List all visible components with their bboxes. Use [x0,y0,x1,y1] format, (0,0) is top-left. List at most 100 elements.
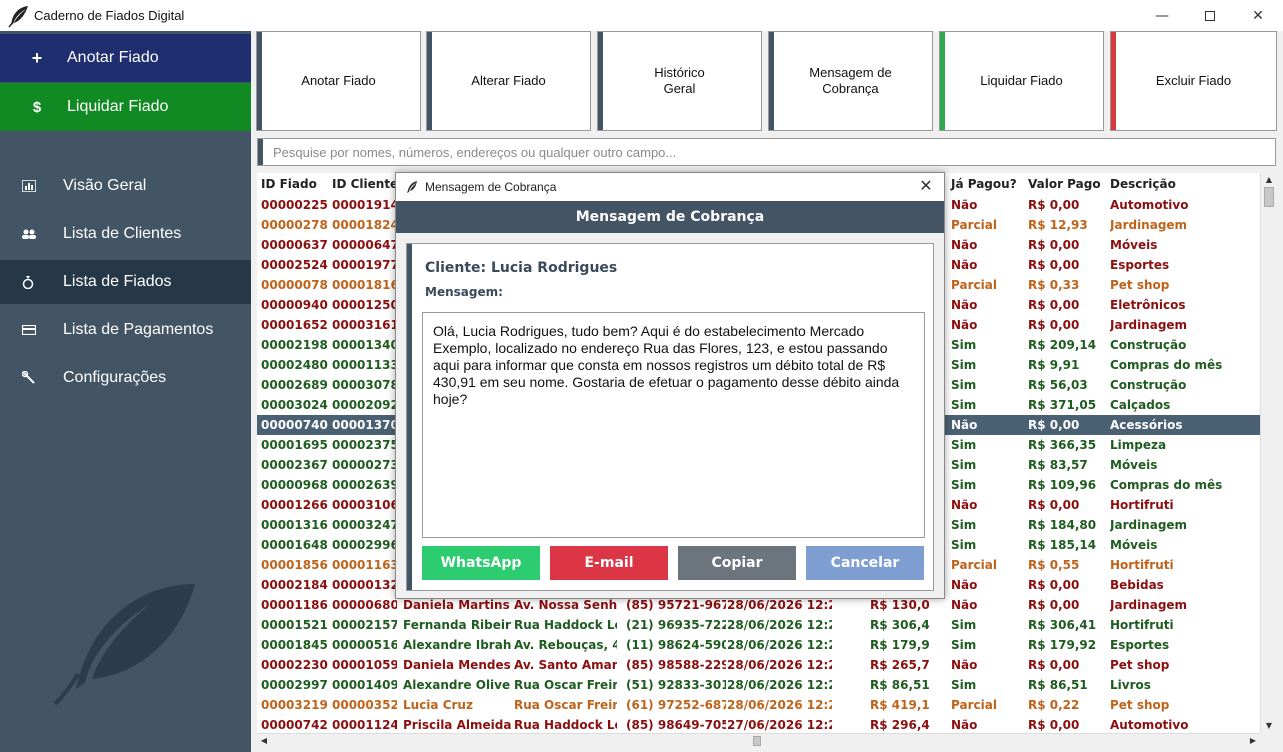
table-row[interactable]: 00003219 00000352 Lucia Cruz Rua Oscar Frei… [257,695,1260,715]
header-valor-pago[interactable]: Valor Pago [1028,177,1101,191]
minimize-icon: — [1155,7,1169,24]
anotar-fiado-button[interactable]: Anotar Fiado [256,31,421,131]
cell-cli: 00002375 [332,438,397,452]
cell-id: 00000740 [261,418,328,432]
cell-tel: (11) 98624-5906 [626,638,726,652]
copy-button[interactable]: Copiar [678,546,796,580]
cell-cli: 00001824 [332,218,397,232]
table-row[interactable]: 00000742 00001124 Priscila Almeida Rua Hadd… [257,715,1260,733]
cell-pagou: Parcial [951,698,997,712]
cell-id: 00001648 [261,538,328,552]
sidebar-item-visao-geral[interactable]: Visão Geral [0,164,251,208]
cell-desc: Pet shop [1110,658,1170,672]
cell-tel: (21) 96935-7222 [626,618,726,632]
vertical-scrollbar[interactable]: ▲ ▼ [1260,173,1277,733]
cell-pago: R$ 306,41 [1028,618,1097,632]
cell-pagou: Não [951,418,978,432]
table-row[interactable]: 00002230 00001059 Daniela Mendes Av. Santo … [257,655,1260,675]
close-window-button[interactable]: ✕ [1234,0,1282,31]
cell-nome: Lucia Cruz [403,698,473,712]
header-ja-pagou[interactable]: Já Pagou? [951,177,1017,191]
cell-cli: 00000680 [332,598,397,612]
cell-cli: 00002996 [332,538,397,552]
cell-pagou: Sim [951,458,977,472]
header-id-fiado[interactable]: ID Fiado [261,177,317,191]
cell-valor: R$ 306,41 [870,618,930,632]
scroll-thumb[interactable] [1264,187,1274,207]
maximize-button[interactable] [1186,0,1234,31]
cell-valor: R$ 86,51 [870,678,930,692]
cell-id: 00001316 [261,518,328,532]
cell-tel: (85) 98649-7058 [626,718,726,732]
sidebar-item-configuracoes[interactable]: Configurações [0,356,251,400]
cell-cli: 00001340 [332,338,397,352]
cell-pago: R$ 9,91 [1028,358,1080,372]
cell-pagou: Sim [951,378,977,392]
cell-id: 00002689 [261,378,328,392]
cell-pago: R$ 0,00 [1028,498,1080,512]
sidebar-item-lista-pagamentos[interactable]: Lista de Pagamentos [0,308,251,352]
sidebar-liquidar-fiado-button[interactable]: $ Liquidar Fiado [0,83,251,131]
cell-cli: 00001133 [332,358,397,372]
cell-pagou: Não [951,198,978,212]
alterar-fiado-button[interactable]: Alterar Fiado [426,31,591,131]
cell-end: Rua Haddock Lobo [514,618,617,632]
scroll-down-icon[interactable]: ▼ [1261,719,1277,733]
cell-desc: Esportes [1110,638,1170,652]
dialog-message-label: Mensagem: [425,285,503,299]
excluir-fiado-button[interactable]: Excluir Fiado [1110,31,1277,131]
cell-cli: 00000516 [332,638,397,652]
header-descricao[interactable]: Descrição [1110,177,1176,191]
table-row[interactable]: 00001521 00002157 Fernanda Ribeiro Rua Hadd… [257,615,1260,635]
dialog-close-button[interactable]: ✕ [916,176,936,196]
cell-desc: Jardinagem [1110,598,1188,612]
minimize-button[interactable]: — [1138,0,1186,31]
cell-data: 28/06/2026 12:20 [727,598,832,612]
cell-pago: R$ 371,05 [1028,398,1097,412]
hscroll-thumb[interactable] [753,736,761,746]
liquidar-fiado-button[interactable]: Liquidar Fiado [939,31,1104,131]
cell-pagou: Parcial [951,218,997,232]
cell-id: 00000078 [261,278,328,292]
table-row[interactable]: 00001845 00000516 Alexandre IbrahimAv. Reb… [257,635,1260,655]
cell-nome: Daniela Mendes [403,658,511,672]
cell-cli: 00001370 [332,418,397,432]
window-title: Caderno de Fiados Digital [34,8,185,23]
cell-data: 27/06/2026 12:20 [727,718,832,732]
scroll-right-icon[interactable]: ▶ [1246,734,1260,748]
mensagem-cobranca-button[interactable]: Mensagem de Cobrança [768,31,933,131]
cell-nome: Alexandre Ibrahim [403,638,511,652]
cell-pago: R$ 0,00 [1028,598,1080,612]
cell-tel: (85) 98588-2291 [626,658,726,672]
table-row[interactable]: 00002997 00001409 Alexandre OliveiraRua Os… [257,675,1260,695]
cell-pago: R$ 185,14 [1028,538,1097,552]
cancel-button[interactable]: Cancelar [806,546,924,580]
cell-desc: Jardinagem [1110,518,1188,532]
cell-id: 00000940 [261,298,328,312]
cell-desc: Automotivo [1110,198,1189,212]
cell-nome: Alexandre Oliveira [403,678,511,692]
sidebar-item-lista-clientes[interactable]: Lista de Clientes [0,212,251,256]
cell-id: 00000637 [261,238,328,252]
scroll-up-icon[interactable]: ▲ [1261,173,1277,187]
cell-id: 00002367 [261,458,328,472]
sidebar-item-lista-fiados[interactable]: Lista de Fiados [0,260,251,304]
cell-pago: R$ 0,00 [1028,318,1080,332]
cell-tel: (61) 97252-6872 [626,698,726,712]
search-input[interactable] [263,139,1275,165]
cell-data: 28/06/2026 12:20 [727,638,832,652]
header-id-cliente[interactable]: ID Cliente [332,177,398,191]
close-icon: ✕ [1252,7,1264,24]
cell-valor: R$ 296,44 [870,718,930,732]
horizontal-scrollbar[interactable]: ◀ ▶ [257,733,1260,747]
cell-desc: Esportes [1110,258,1170,272]
cell-id: 00002198 [261,338,328,352]
sidebar-anotar-fiado-button[interactable]: + Anotar Fiado [0,34,251,82]
cell-pagou: Não [951,258,978,272]
scroll-left-icon[interactable]: ◀ [257,734,271,748]
message-textarea[interactable] [422,312,925,538]
historico-geral-button[interactable]: Histórico Geral [597,31,762,131]
email-button[interactable]: E-mail [550,546,668,580]
cell-pagou: Sim [951,478,977,492]
whatsapp-button[interactable]: WhatsApp [422,546,540,580]
